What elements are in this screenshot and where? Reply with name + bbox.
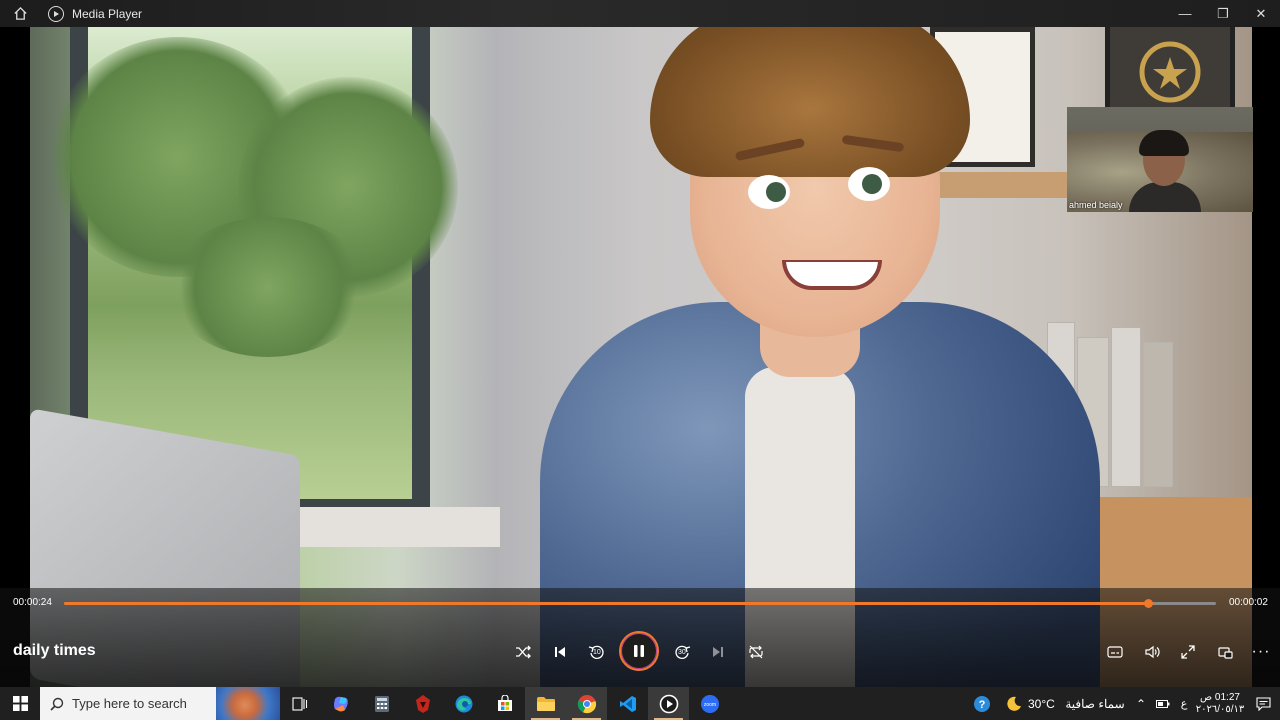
folder-icon xyxy=(536,696,555,711)
search-placeholder: Type here to search xyxy=(72,696,187,711)
taskbar-zoom[interactable]: zoom xyxy=(689,687,730,720)
next-button[interactable] xyxy=(704,638,732,666)
subtitles-icon xyxy=(1107,646,1123,658)
webcam-overlay[interactable]: ahmed beialy xyxy=(1067,107,1253,212)
skip-back-button[interactable]: 10 xyxy=(583,638,611,666)
weather-text[interactable]: سماء صافية xyxy=(1060,697,1130,711)
skip-forward-button[interactable]: 30 xyxy=(668,638,696,666)
taskbar-chrome[interactable] xyxy=(566,687,607,720)
maximize-button[interactable]: ❐ xyxy=(1204,0,1242,27)
home-button[interactable] xyxy=(0,0,40,27)
miniplayer-icon xyxy=(1217,646,1233,659)
subtitles-button[interactable] xyxy=(1101,638,1129,666)
repeat-off-icon xyxy=(749,645,763,659)
previous-icon xyxy=(555,647,565,657)
store-icon xyxy=(497,694,512,711)
volume-icon xyxy=(1145,645,1160,659)
tray-help[interactable]: ? xyxy=(964,687,1000,720)
svg-text:?: ? xyxy=(979,699,986,711)
taskbar-media-player[interactable] xyxy=(648,687,689,720)
calculator-icon xyxy=(374,695,389,712)
weather-icon xyxy=(1000,695,1028,713)
taskbar-edge[interactable] xyxy=(443,687,484,720)
restore-icon: ❐ xyxy=(1217,5,1229,21)
seek-bar[interactable] xyxy=(64,599,1216,608)
shuffle-icon xyxy=(516,645,531,659)
clock-time: 01:27 ص xyxy=(1200,691,1240,703)
miniplayer-button[interactable] xyxy=(1211,638,1239,666)
svg-text:zoom: zoom xyxy=(703,702,715,708)
clock-date: ٢٠٢٦/٠٥/١٣ xyxy=(1195,703,1245,715)
title-bar: Media Player — ❐ ✕ xyxy=(0,0,1280,27)
skip-forward-seconds: 30 xyxy=(678,649,686,656)
remaining-time: 00:00:02 xyxy=(1229,597,1268,608)
volume-button[interactable] xyxy=(1138,638,1166,666)
vscode-icon xyxy=(619,695,636,712)
tray-overflow-button[interactable]: ⌃ xyxy=(1130,697,1152,711)
media-player-app: Media Player — ❐ ✕ ahmed beialy 00:00:24… xyxy=(0,0,1280,720)
weather-temp[interactable]: 30°C xyxy=(1028,697,1060,711)
search-icon xyxy=(50,697,64,711)
home-icon xyxy=(13,6,27,20)
media-player-taskbar-icon xyxy=(659,694,678,713)
help-icon: ? xyxy=(974,695,990,712)
input-language[interactable]: ع xyxy=(1174,697,1194,710)
elapsed-time: 00:00:24 xyxy=(13,597,52,608)
skip-back-seconds: 10 xyxy=(593,649,601,656)
close-button[interactable]: ✕ xyxy=(1242,0,1280,27)
taskbar: Type here to search zoom ? 30°C سماء صاف… xyxy=(0,687,1280,720)
next-icon xyxy=(713,647,723,657)
play-pause-button[interactable] xyxy=(619,631,659,671)
previous-button[interactable] xyxy=(546,638,574,666)
windows-icon xyxy=(12,696,28,711)
system-tray: ? 30°C سماء صافية ⌃ ع 01:27 ص ٢٠٢٦/٠٥/١٣ xyxy=(964,687,1280,720)
pause-icon xyxy=(634,645,644,657)
search-highlight-image xyxy=(216,687,280,720)
taskbar-vscode[interactable] xyxy=(607,687,648,720)
taskbar-store[interactable] xyxy=(484,687,525,720)
shuffle-button[interactable] xyxy=(509,638,537,666)
scene-award-frame xyxy=(1105,27,1235,117)
fullscreen-icon xyxy=(1181,645,1195,659)
media-title: daily times xyxy=(13,642,96,659)
battery-icon[interactable] xyxy=(1152,699,1174,709)
task-view-button[interactable] xyxy=(280,687,320,720)
taskbar-copilot[interactable] xyxy=(320,687,361,720)
seek-progress xyxy=(64,602,1149,605)
taskbar-clock[interactable]: 01:27 ص ٢٠٢٦/٠٥/١٣ xyxy=(1194,692,1246,716)
chrome-icon xyxy=(577,694,596,713)
taskbar-calculator[interactable] xyxy=(361,687,402,720)
webcam-person xyxy=(1129,130,1201,212)
webcam-name: ahmed beialy xyxy=(1069,200,1123,210)
notifications-button[interactable] xyxy=(1246,696,1280,711)
start-button[interactable] xyxy=(0,687,40,720)
task-view-icon xyxy=(292,696,308,711)
taskbar-file-explorer[interactable] xyxy=(525,687,566,720)
taskbar-search[interactable]: Type here to search xyxy=(40,687,280,720)
fullscreen-button[interactable] xyxy=(1174,638,1202,666)
media-player-icon xyxy=(48,5,64,22)
copilot-icon xyxy=(333,696,348,711)
zoom-icon: zoom xyxy=(700,694,719,713)
minimize-icon: — xyxy=(1178,6,1192,21)
scene-mouth xyxy=(782,260,882,290)
edge-icon xyxy=(455,695,472,712)
chevron-up-icon: ⌃ xyxy=(1135,696,1147,711)
window-title: Media Player xyxy=(72,6,143,21)
minimize-button[interactable]: — xyxy=(1166,0,1204,27)
repeat-button[interactable] xyxy=(742,638,770,666)
notification-icon xyxy=(1255,696,1271,711)
more-options-button[interactable]: ··· xyxy=(1247,638,1275,666)
seek-thumb[interactable] xyxy=(1144,599,1154,608)
scene-hair xyxy=(650,27,970,177)
player-controls: 00:00:24 00:00:02 daily times 10 30 ··· xyxy=(0,588,1280,687)
taskbar-game[interactable] xyxy=(402,687,443,720)
game-icon xyxy=(415,694,430,713)
more-icon: ··· xyxy=(1251,643,1271,660)
close-icon: ✕ xyxy=(1255,5,1267,21)
